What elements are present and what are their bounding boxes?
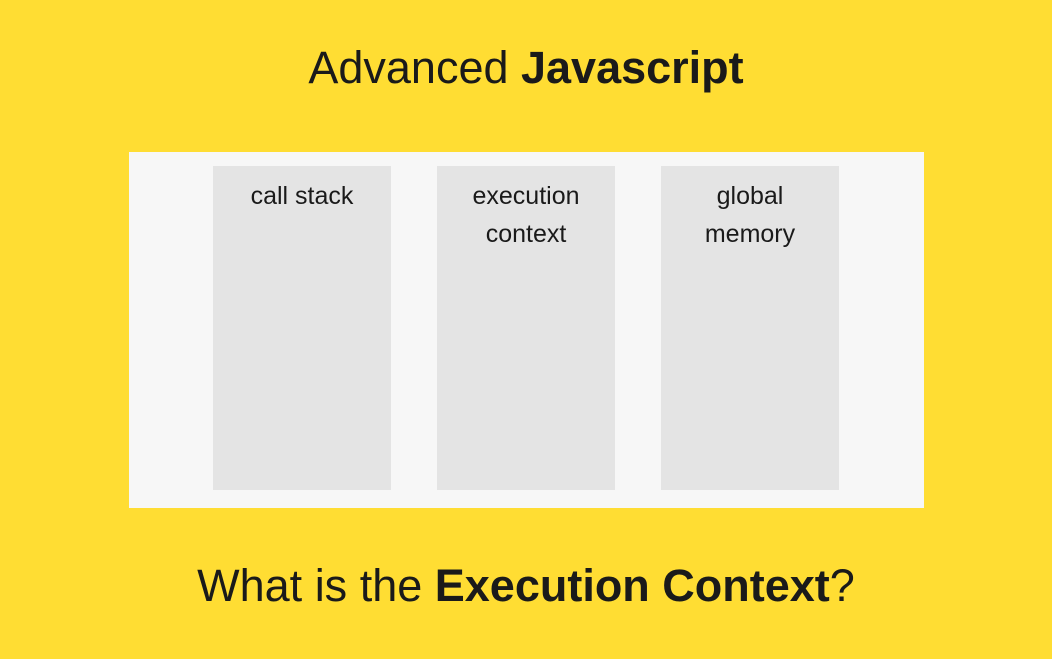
subtitle-prefix: What is the (197, 560, 435, 611)
title-bold: Javascript (521, 42, 744, 93)
column-label: execution context (437, 178, 615, 253)
column-call-stack: call stack (213, 166, 391, 490)
title-prefix: Advanced (308, 42, 521, 93)
column-label-line1: execution (472, 182, 579, 210)
column-execution-context: execution context (437, 166, 615, 490)
page-title: Advanced Javascript (308, 42, 743, 94)
column-label-line2: memory (705, 220, 795, 248)
column-label-line1: global (717, 182, 784, 210)
column-global-memory: global memory (661, 166, 839, 490)
subtitle-suffix: ? (830, 560, 855, 611)
page-subtitle: What is the Execution Context? (197, 560, 855, 612)
subtitle-bold: Execution Context (435, 560, 830, 611)
column-label: call stack (213, 178, 391, 216)
diagram-panel: call stack execution context global memo… (129, 152, 924, 508)
column-label-line2: context (486, 220, 567, 248)
column-label-line1: call stack (251, 182, 354, 210)
column-label: global memory (661, 178, 839, 253)
